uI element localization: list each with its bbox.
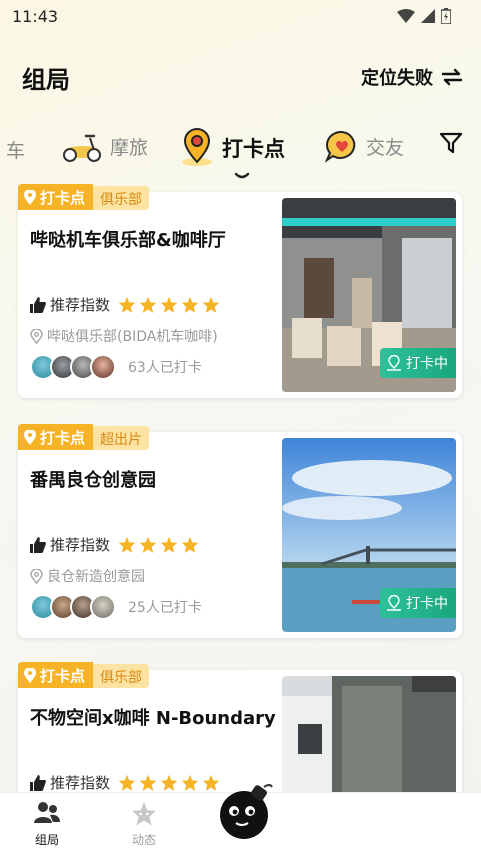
battery-icon bbox=[441, 8, 451, 24]
bomb-mascot-icon bbox=[220, 784, 273, 839]
tab-make-friends[interactable]: 交友 bbox=[324, 128, 404, 164]
card-badges: 打卡点 超出片 bbox=[18, 424, 150, 450]
checkin-badge: 打卡点 bbox=[18, 662, 94, 688]
app-header: 组局 定位失败 bbox=[0, 56, 481, 96]
pin-icon bbox=[24, 667, 36, 683]
recommend-row: 推荐指数 bbox=[30, 294, 220, 315]
page-title: 组局 bbox=[22, 66, 70, 94]
recommend-label: 推荐指数 bbox=[50, 774, 111, 792]
place-name: 不物空间x咖啡 N-Boundary bbox=[30, 708, 276, 729]
place-name: 番禺良仓创意园 bbox=[30, 470, 156, 491]
star-icon bbox=[139, 296, 157, 313]
location-label: 定位失败 bbox=[361, 68, 433, 89]
card-badges: 打卡点 俱乐部 bbox=[18, 662, 150, 688]
star-icon bbox=[181, 774, 199, 791]
star-icon bbox=[160, 296, 178, 313]
star-icon bbox=[181, 536, 199, 553]
tab-vehicle[interactable]: 车 bbox=[6, 136, 25, 163]
star-icon bbox=[202, 296, 220, 313]
avatar-group bbox=[30, 594, 116, 620]
recommend-row: 推荐指数 bbox=[30, 534, 199, 555]
star-icon bbox=[139, 536, 157, 553]
star-icon bbox=[181, 296, 199, 313]
nav-item-groups[interactable]: 组局 bbox=[34, 801, 60, 848]
checkin-card[interactable]: 打卡点 俱乐部 哔哒机车俱乐部&咖啡厅 推荐指数 哔哒俱乐部(BIDA机车咖啡)… bbox=[18, 184, 462, 398]
recommend-label: 推荐指数 bbox=[50, 536, 111, 554]
address-row: 哔哒俱乐部(BIDA机车咖啡) bbox=[30, 326, 218, 346]
checkin-badge: 打卡点 bbox=[18, 424, 94, 450]
pin-icon bbox=[24, 429, 36, 445]
checkin-card[interactable]: 打卡点 超出片 番禺良仓创意园 推荐指数 良仓新造创意园 25人已打卡 打卡中 bbox=[18, 424, 462, 638]
recommend-row: 推荐指数 bbox=[30, 772, 220, 793]
wifi-icon bbox=[397, 9, 415, 23]
place-photo: 打卡中 bbox=[282, 438, 456, 632]
address-row: 良仓新造创意园 bbox=[30, 566, 145, 586]
address-text: 哔哒俱乐部(BIDA机车咖啡) bbox=[47, 329, 218, 345]
checkin-count: 63人已打卡 bbox=[128, 360, 202, 376]
tab-label: 车 bbox=[6, 140, 26, 162]
bomb-mascot-button[interactable] bbox=[216, 781, 276, 847]
bottom-nav: 组局 动态 bbox=[0, 784, 481, 855]
refresh-icon bbox=[441, 68, 463, 86]
group-people-icon bbox=[34, 802, 60, 823]
avatar-group bbox=[30, 354, 116, 380]
avatar bbox=[90, 594, 116, 620]
checkin-status-tag: 打卡中 bbox=[380, 348, 456, 378]
status-bar: 11:43 bbox=[0, 0, 481, 32]
tab-label: 打卡点 bbox=[222, 137, 285, 161]
filter-button[interactable] bbox=[439, 132, 463, 158]
heart-bubble-icon bbox=[324, 130, 356, 163]
category-tag: 超出片 bbox=[93, 426, 150, 450]
location-outline-icon bbox=[30, 568, 43, 584]
checkin-status-tag: 打卡中 bbox=[380, 588, 456, 618]
tab-checkin-point[interactable]: 打卡点 bbox=[178, 128, 285, 179]
category-tag: 俱乐部 bbox=[93, 664, 150, 688]
map-check-icon bbox=[387, 595, 401, 611]
place-name: 哔哒机车俱乐部&咖啡厅 bbox=[30, 230, 226, 251]
category-tag: 俱乐部 bbox=[93, 186, 150, 210]
nav-label: 动态 bbox=[131, 833, 156, 847]
status-icons bbox=[397, 8, 451, 24]
star-outline-icon bbox=[132, 802, 156, 826]
tab-label: 摩旅 bbox=[110, 136, 149, 159]
map-check-icon bbox=[387, 355, 401, 371]
tab-moto-travel[interactable]: 摩旅 bbox=[60, 128, 148, 164]
pin-icon bbox=[24, 189, 36, 205]
star-icon bbox=[160, 536, 178, 553]
status-time: 11:43 bbox=[12, 7, 59, 26]
star-icon bbox=[118, 536, 136, 553]
star-icon bbox=[160, 774, 178, 791]
place-photo bbox=[282, 676, 456, 810]
nav-item-moments[interactable]: 动态 bbox=[130, 801, 158, 848]
location-outline-icon bbox=[30, 328, 43, 344]
star-rating bbox=[118, 296, 220, 314]
location-button[interactable]: 定位失败 bbox=[361, 64, 463, 90]
avatar bbox=[90, 354, 116, 380]
thumbs-up-icon bbox=[30, 774, 46, 791]
visitor-row: 63人已打卡 bbox=[30, 354, 202, 380]
map-pin-icon bbox=[182, 128, 212, 166]
active-tab-indicator bbox=[234, 172, 250, 179]
visitor-row: 25人已打卡 bbox=[30, 594, 202, 620]
category-tabs: 车 摩旅 打卡点 交友 bbox=[0, 120, 481, 180]
star-icon bbox=[139, 774, 157, 791]
address-text: 良仓新造创意园 bbox=[47, 569, 145, 585]
star-rating bbox=[118, 774, 220, 792]
nav-label: 组局 bbox=[34, 833, 59, 847]
star-icon bbox=[118, 296, 136, 313]
signal-icon bbox=[421, 9, 435, 23]
card-badges: 打卡点 俱乐部 bbox=[18, 184, 150, 210]
recommend-label: 推荐指数 bbox=[50, 296, 111, 314]
scooter-icon bbox=[63, 134, 101, 162]
checkin-badge: 打卡点 bbox=[18, 184, 94, 210]
thumbs-up-icon bbox=[30, 296, 46, 313]
place-photo: 打卡中 bbox=[282, 198, 456, 392]
tab-label: 交友 bbox=[366, 136, 405, 159]
checkin-count: 25人已打卡 bbox=[128, 600, 202, 616]
star-rating bbox=[118, 536, 199, 554]
thumbs-up-icon bbox=[30, 536, 46, 553]
filter-icon bbox=[439, 132, 463, 154]
star-icon bbox=[118, 774, 136, 791]
